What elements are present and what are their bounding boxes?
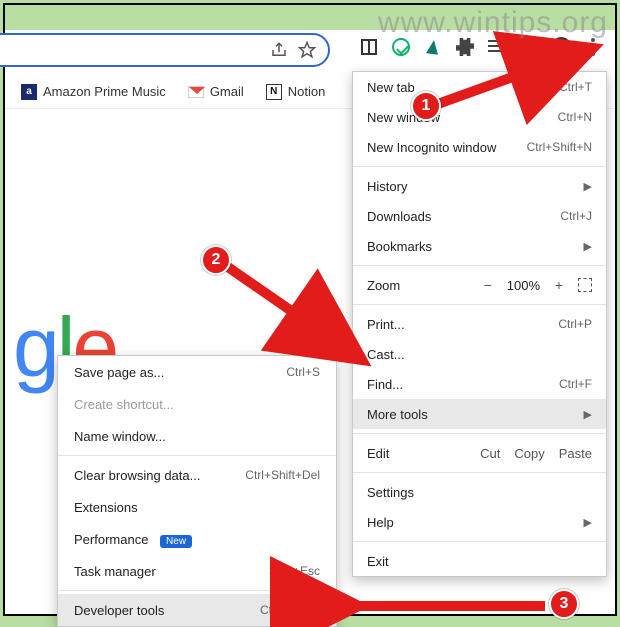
menu-downloads[interactable]: Downloads Ctrl+J (353, 201, 606, 231)
notion-favicon: N (266, 84, 282, 100)
menu-settings[interactable]: Settings (353, 477, 606, 507)
menu-zoom: Zoom − 100% + (353, 270, 606, 300)
submenu-extensions[interactable]: Extensions (58, 491, 336, 523)
menu-label: Task manager (74, 564, 156, 579)
bookmark-label: Amazon Prime Music (43, 84, 166, 99)
callout-arrow-2 (215, 255, 375, 375)
menu-label: Create shortcut... (74, 397, 174, 412)
menu-more-tools[interactable]: More tools ▶ (353, 399, 606, 429)
menu-help[interactable]: Help ▶ (353, 507, 606, 537)
menu-label: Name window... (74, 429, 166, 444)
zoom-out-button[interactable]: − (479, 277, 497, 293)
bookmark-star-icon[interactable] (298, 41, 316, 59)
menu-find[interactable]: Find... Ctrl+F (353, 369, 606, 399)
bookmark-label: Gmail (210, 84, 244, 99)
screenshot-frame: a Amazon Prime Music Gmail N Notion gle … (3, 3, 617, 616)
submenu-developer-tools[interactable]: Developer tools Ctrl+Shift+I (58, 594, 336, 626)
menu-print[interactable]: Print... Ctrl+P (353, 309, 606, 339)
menu-label: Find... (367, 377, 403, 392)
submenu-clear-browsing-data[interactable]: Clear browsing data... Ctrl+Shift+Del (58, 459, 336, 491)
menu-separator (353, 433, 606, 434)
menu-label: Developer tools (74, 603, 164, 618)
menu-history[interactable]: History ▶ (353, 171, 606, 201)
submenu-name-window[interactable]: Name window... (58, 420, 336, 452)
menu-label: Bookmarks (367, 239, 432, 254)
menu-cast[interactable]: Cast... (353, 339, 606, 369)
gmail-favicon (188, 86, 204, 98)
callout-3: 3 (549, 589, 579, 619)
menu-label: Performance (74, 532, 148, 547)
reader-mode-icon[interactable] (359, 37, 379, 57)
submenu-create-shortcut: Create shortcut... (58, 388, 336, 420)
new-badge: New (160, 535, 192, 548)
callout-number: 2 (201, 245, 231, 275)
menu-separator (58, 455, 336, 456)
menu-label: Settings (367, 485, 414, 500)
bookmark-amazon-prime-music[interactable]: a Amazon Prime Music (21, 84, 166, 100)
menu-label: New tab (367, 80, 415, 95)
menu-shortcut: Ctrl+Shift+Del (245, 468, 320, 482)
callout-number: 1 (411, 91, 441, 121)
menu-bookmarks[interactable]: Bookmarks ▶ (353, 231, 606, 261)
callout-arrow-3 (335, 591, 555, 621)
edit-cut[interactable]: Cut (480, 446, 500, 461)
apm-favicon: a (21, 84, 37, 100)
callout-number: 3 (549, 589, 579, 619)
submenu-arrow-icon: ▶ (584, 240, 592, 253)
menu-separator (353, 265, 606, 266)
bookmark-label: Notion (288, 84, 326, 99)
menu-label: Exit (367, 554, 389, 569)
chrome-main-menu: New tab Ctrl+T New window Ctrl+N New Inc… (352, 71, 607, 577)
menu-shortcut: Ctrl+J (560, 209, 592, 223)
menu-separator (353, 472, 606, 473)
menu-separator (353, 304, 606, 305)
menu-shortcut: Ctrl+F (559, 377, 592, 391)
edit-paste[interactable]: Paste (559, 446, 592, 461)
menu-exit[interactable]: Exit (353, 546, 606, 576)
menu-label: Help (367, 515, 394, 530)
zoom-in-button[interactable]: + (550, 277, 568, 293)
menu-label: Downloads (367, 209, 431, 224)
address-bar[interactable] (0, 33, 330, 67)
more-tools-submenu: Save page as... Ctrl+S Create shortcut..… (57, 355, 337, 627)
submenu-arrow-icon: ▶ (584, 516, 592, 529)
menu-label: New Incognito window (367, 140, 496, 155)
menu-shortcut: Ctrl+Shift+N (527, 140, 592, 154)
callout-arrow-1 (425, 45, 605, 125)
edit-copy[interactable]: Copy (514, 446, 544, 461)
callout-1: 1 (411, 91, 441, 121)
menu-label: History (367, 179, 407, 194)
menu-label: More tools (367, 407, 428, 422)
submenu-performance[interactable]: Performance New (58, 523, 336, 555)
menu-label: Clear browsing data... (74, 468, 200, 483)
menu-label: Edit (367, 446, 389, 461)
submenu-task-manager[interactable]: Task manager Shift+Esc (58, 555, 336, 587)
share-icon[interactable] (270, 41, 288, 59)
submenu-arrow-icon: ▶ (584, 180, 592, 193)
menu-edit: Edit Cut Copy Paste (353, 438, 606, 468)
menu-label: Save page as... (74, 365, 164, 380)
menu-separator (353, 166, 606, 167)
submenu-arrow-icon: ▶ (584, 408, 592, 421)
fullscreen-icon[interactable] (578, 278, 592, 292)
menu-separator (353, 541, 606, 542)
window-titlebar (5, 5, 615, 30)
menu-label: Extensions (74, 500, 138, 515)
menu-shortcut: Ctrl+Shift+I (260, 603, 320, 617)
bookmark-gmail[interactable]: Gmail (188, 84, 244, 99)
menu-incognito[interactable]: New Incognito window Ctrl+Shift+N (353, 132, 606, 162)
grammarly-icon[interactable] (391, 37, 411, 57)
zoom-value: 100% (507, 278, 540, 293)
callout-2: 2 (201, 245, 231, 275)
bookmark-notion[interactable]: N Notion (266, 84, 326, 100)
menu-shortcut: Shift+Esc (269, 564, 320, 578)
menu-separator (58, 590, 336, 591)
menu-shortcut: Ctrl+P (558, 317, 592, 331)
